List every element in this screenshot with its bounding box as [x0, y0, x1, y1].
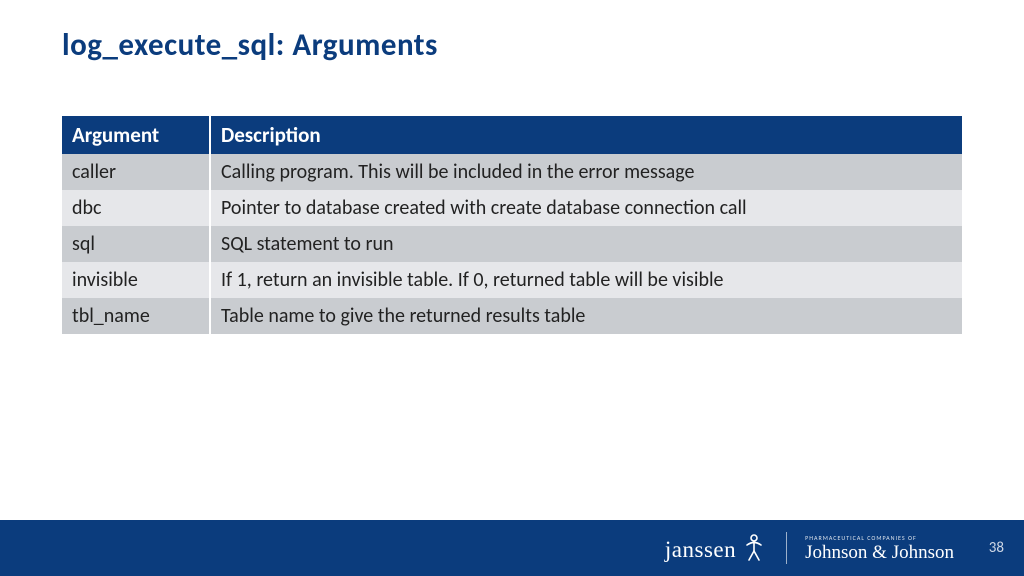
cell-description: SQL statement to run	[210, 226, 962, 262]
cell-description: Pointer to database created with create …	[210, 190, 962, 226]
page-number: 38	[986, 539, 1004, 557]
cell-description: Calling program. This will be included i…	[210, 154, 962, 190]
cell-argument: caller	[62, 154, 210, 190]
header-argument: Argument	[62, 116, 210, 154]
table-row: caller Calling program. This will be inc…	[62, 154, 962, 190]
cell-argument: tbl_name	[62, 298, 210, 334]
table-row: invisible If 1, return an invisible tabl…	[62, 262, 962, 298]
footer-bar: janssen PHARMACEUTICAL COMPANIES OF John…	[0, 520, 1024, 576]
johnson-and-johnson-logo: PHARMACEUTICAL COMPANIES OF Johnson & Jo…	[805, 535, 954, 562]
janssen-wordmark: janssen	[665, 537, 736, 563]
cell-description: If 1, return an invisible table. If 0, r…	[210, 262, 962, 298]
arguments-table: Argument Description caller Calling prog…	[62, 116, 962, 334]
slide: log_execute_sql: Arguments Argument Desc…	[0, 0, 1024, 576]
footer-divider	[786, 532, 787, 564]
janssen-figure-icon	[740, 533, 768, 563]
table-row: tbl_name Table name to give the returned…	[62, 298, 962, 334]
cell-description: Table name to give the returned results …	[210, 298, 962, 334]
jj-wordmark: Johnson & Johnson	[805, 543, 954, 562]
cell-argument: invisible	[62, 262, 210, 298]
janssen-logo: janssen	[665, 533, 768, 563]
cell-argument: sql	[62, 226, 210, 262]
cell-argument: dbc	[62, 190, 210, 226]
page-title: log_execute_sql: Arguments	[62, 26, 438, 64]
jj-tagline: PHARMACEUTICAL COMPANIES OF	[805, 535, 917, 541]
table-row: sql SQL statement to run	[62, 226, 962, 262]
table-header-row: Argument Description	[62, 116, 962, 154]
header-description: Description	[210, 116, 962, 154]
table-row: dbc Pointer to database created with cre…	[62, 190, 962, 226]
